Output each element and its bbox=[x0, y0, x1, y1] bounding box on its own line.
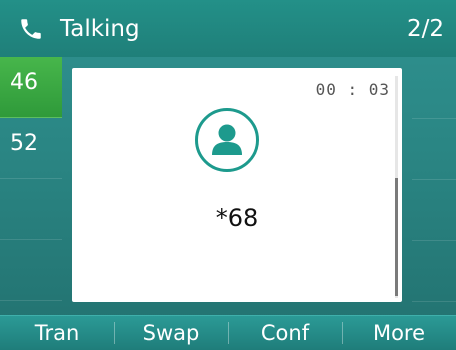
line-key-46[interactable]: 46 bbox=[0, 57, 62, 118]
softkey-bar: Tran Swap Conf More bbox=[0, 315, 456, 350]
phone-screen: Talking 2/2 46 52 00 : 03 *68 Tran Swap … bbox=[0, 0, 456, 350]
call-number: *68 bbox=[215, 204, 259, 232]
conference-button[interactable]: Conf bbox=[228, 316, 342, 350]
line-key-label: 46 bbox=[10, 70, 38, 95]
contact-avatar-icon bbox=[195, 108, 259, 172]
more-button[interactable]: More bbox=[342, 316, 456, 350]
page-indicator: 2/2 bbox=[406, 16, 444, 42]
title-bar: Talking 2/2 bbox=[0, 0, 456, 57]
call-status-label: Talking bbox=[60, 16, 140, 42]
call-timer: 00 : 03 bbox=[315, 80, 390, 99]
right-keys-column bbox=[412, 57, 456, 304]
right-key-3[interactable] bbox=[412, 179, 456, 241]
line-keys-column: 46 52 bbox=[0, 57, 62, 304]
line-key-label: 52 bbox=[10, 131, 38, 156]
line-key-empty-3[interactable] bbox=[0, 179, 62, 240]
phone-handset-icon bbox=[18, 16, 44, 42]
transfer-button[interactable]: Tran bbox=[0, 316, 114, 350]
right-key-2[interactable] bbox=[412, 118, 456, 180]
swap-button[interactable]: Swap bbox=[114, 316, 228, 350]
right-key-1[interactable] bbox=[412, 57, 456, 119]
right-key-4[interactable] bbox=[412, 240, 456, 302]
scrollbar-thumb[interactable] bbox=[395, 178, 398, 296]
call-info-card: 00 : 03 *68 bbox=[72, 68, 402, 302]
line-key-52[interactable]: 52 bbox=[0, 118, 62, 179]
line-key-empty-4[interactable] bbox=[0, 240, 62, 301]
